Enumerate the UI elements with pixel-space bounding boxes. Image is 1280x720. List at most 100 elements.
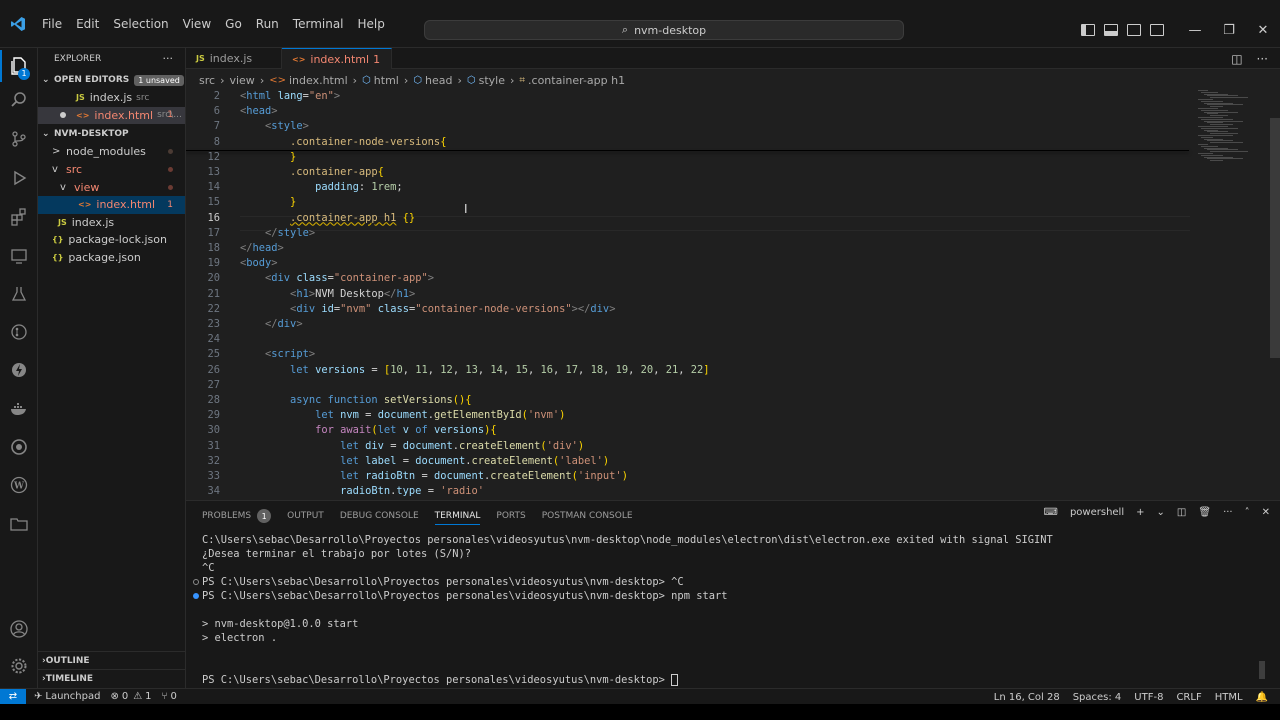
terminal[interactable]: C:\Users\sebac\Desarrollo\Proyectos pers… — [186, 531, 1266, 687]
tree-folder-src[interactable]: v src — [38, 161, 185, 179]
minimap[interactable] — [1194, 88, 1254, 168]
encoding[interactable]: UTF-8 — [1134, 692, 1163, 703]
split-editor-icon[interactable]: ◫ — [1231, 52, 1242, 66]
language-mode[interactable]: HTML — [1215, 692, 1243, 703]
search-icon: ⌕ — [621, 23, 629, 36]
unsaved-dot-icon[interactable] — [60, 112, 66, 119]
source-control-icon[interactable] — [0, 127, 38, 151]
minimize-icon[interactable]: — — [1178, 23, 1212, 38]
breadcrumb-item[interactable]: src — [199, 74, 215, 87]
tree-file-package-lock[interactable]: {} package-lock.json — [38, 231, 185, 249]
timeline-section[interactable]: › TIMELINE — [38, 669, 186, 687]
toggle-secondary-sidebar-icon[interactable] — [1127, 24, 1141, 36]
open-editor-name: index.js — [89, 91, 133, 105]
more-actions-icon[interactable]: ··· — [1257, 52, 1268, 66]
breadcrumb-item[interactable]: html — [374, 74, 399, 87]
tab-output[interactable]: OUTPUT — [287, 509, 324, 523]
project-manager-icon[interactable] — [0, 512, 38, 536]
editor-scrollbar[interactable] — [1270, 118, 1280, 358]
tree-file-index-js[interactable]: JS index.js — [38, 214, 185, 232]
menu-terminal[interactable]: Terminal — [286, 14, 351, 34]
terminal-shell-label[interactable]: powershell — [1070, 507, 1124, 518]
close-panel-icon[interactable]: ✕ — [1262, 507, 1270, 518]
open-editor-index-js[interactable]: JS index.js src — [38, 89, 185, 107]
bottom-panel: PROBLEMS 1 OUTPUT DEBUG CONSOLE TERMINAL… — [186, 500, 1280, 688]
vscode-logo-icon[interactable] — [5, 11, 31, 37]
command-decoration-icon[interactable] — [193, 579, 199, 585]
breadcrumb-item[interactable]: .container-app h1 — [528, 74, 625, 87]
trash-icon[interactable]: 🗑 — [1198, 507, 1211, 518]
line-code: let div = document.createElement('div') — [340, 439, 585, 452]
tab-index-html[interactable]: <> index.html 1 — [282, 48, 392, 69]
testing-icon[interactable] — [0, 282, 38, 306]
tree-file-index-html[interactable]: <> index.html 1 — [38, 195, 185, 214]
code-line: 29 let nvm = document.getElementById('nv… — [186, 408, 1186, 423]
command-decoration-icon[interactable] — [193, 593, 199, 599]
toggle-primary-sidebar-icon[interactable] — [1081, 24, 1095, 36]
end-of-line[interactable]: CRLF — [1176, 692, 1201, 703]
tab-debug-console[interactable]: DEBUG CONSOLE — [340, 509, 419, 523]
menu-file[interactable]: File — [35, 14, 69, 34]
gitlens-icon[interactable] — [0, 435, 38, 459]
problems-status[interactable]: ⊗ 0 ⚠ 1 — [110, 691, 151, 702]
remote-explorer-icon[interactable] — [0, 244, 38, 268]
wordpress-icon[interactable]: W — [0, 473, 38, 497]
restore-icon[interactable]: ❐ — [1212, 23, 1246, 38]
files-icon[interactable]: 1 — [0, 50, 38, 82]
terminal-scrollbar[interactable] — [1259, 661, 1265, 679]
outline-section[interactable]: › OUTLINE — [38, 651, 186, 669]
breadcrumb-item[interactable]: style — [479, 74, 505, 87]
notifications-icon[interactable]: 🔔 — [1256, 692, 1268, 703]
menu-view[interactable]: View — [176, 14, 218, 34]
toggle-panel-icon[interactable] — [1104, 24, 1118, 36]
line-number: 20 — [207, 272, 220, 285]
menu-selection[interactable]: Selection — [106, 14, 175, 34]
git-graph-icon[interactable] — [0, 320, 38, 344]
ports-status[interactable]: ⑂ 0 — [162, 691, 177, 702]
breadcrumb-item[interactable]: index.html — [289, 74, 348, 87]
split-terminal-icon[interactable]: ◫ — [1177, 507, 1186, 518]
remote-indicator-icon[interactable]: ⇄ — [0, 688, 26, 705]
tab-index-js[interactable]: JS index.js — [186, 48, 282, 69]
docker-icon[interactable] — [0, 397, 38, 421]
tab-ports[interactable]: PORTS — [496, 509, 525, 523]
launchpad-button[interactable]: ✈ Launchpad — [34, 691, 100, 702]
code-editor[interactable]: I 2 <html lang="en"> 6 <head> 7 <style> 8 .co… — [186, 88, 1280, 500]
more-actions-icon[interactable]: ··· — [1223, 507, 1233, 518]
chevron-down-icon[interactable]: ⌄ — [1157, 507, 1165, 518]
maximize-panel-icon[interactable]: ˄ — [1245, 507, 1250, 518]
open-editors-section[interactable]: ⌄ OPEN EDITORS 1 unsaved — [38, 71, 185, 89]
breadcrumb-item[interactable]: view — [229, 74, 254, 87]
indentation[interactable]: Spaces: 4 — [1073, 692, 1122, 703]
tab-label: index.js — [209, 52, 253, 65]
explorer-more-actions[interactable]: ··· — [163, 52, 174, 65]
error-count: 0 — [121, 691, 129, 702]
cursor-position[interactable]: Ln 16, Col 28 — [994, 692, 1060, 703]
html-file-icon: <> — [269, 74, 286, 86]
close-icon[interactable]: ✕ — [1246, 23, 1280, 38]
code-line: 2 <html lang="en"> — [186, 89, 1186, 104]
menu-run[interactable]: Run — [249, 14, 286, 34]
menu-edit[interactable]: Edit — [69, 14, 106, 34]
thunder-client-icon[interactable] — [0, 358, 38, 382]
tab-terminal[interactable]: TERMINAL — [434, 509, 481, 525]
terminal-line: > nvm-desktop@1.0.0 start — [202, 618, 359, 630]
tree-file-package-json[interactable]: {} package.json — [38, 249, 185, 267]
menu-go[interactable]: Go — [218, 14, 249, 34]
account-icon[interactable] — [0, 617, 38, 641]
tree-folder-view[interactable]: v view — [38, 178, 185, 196]
project-section[interactable]: ⌄ NVM-DESKTOP — [38, 125, 185, 143]
tab-postman-console[interactable]: POSTMAN CONSOLE — [542, 509, 633, 523]
menu-help[interactable]: Help — [351, 14, 392, 34]
breadcrumb-item[interactable]: head — [425, 74, 452, 87]
run-debug-icon[interactable] — [0, 166, 38, 190]
tree-folder-node-modules[interactable]: > node_modules — [38, 143, 185, 161]
new-terminal-icon[interactable]: + — [1136, 507, 1144, 518]
customize-layout-icon[interactable] — [1150, 24, 1164, 36]
command-center[interactable]: ⌕ nvm-desktop — [424, 20, 904, 40]
open-editor-index-html[interactable]: <> index.html src\... 1 — [38, 106, 185, 125]
search-icon[interactable] — [0, 88, 38, 112]
gear-icon[interactable] — [0, 654, 38, 678]
extensions-icon[interactable] — [0, 205, 38, 229]
tab-problems[interactable]: PROBLEMS 1 — [202, 509, 272, 523]
